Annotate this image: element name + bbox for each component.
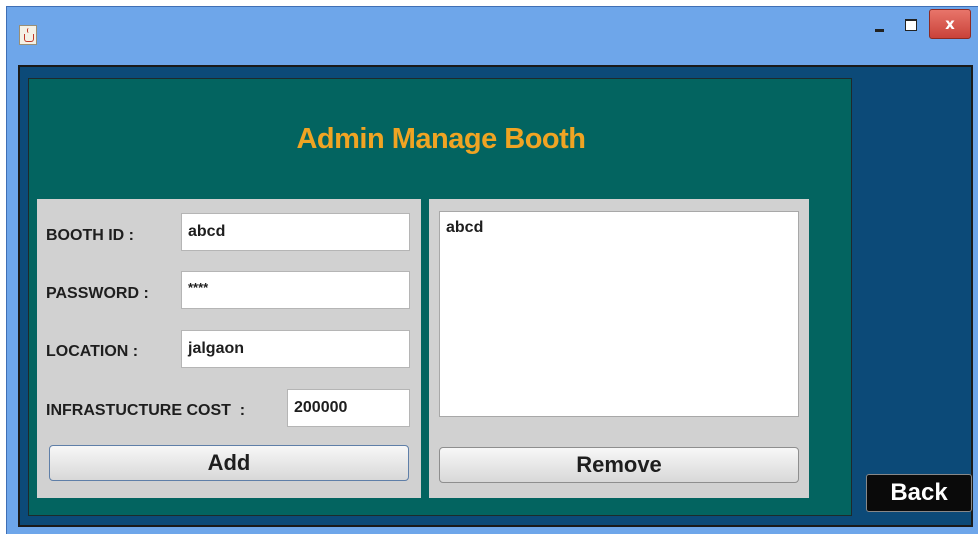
close-button[interactable]: x [929, 9, 971, 39]
minimize-icon [874, 28, 884, 32]
booth-id-label: BOOTH ID : [46, 227, 134, 244]
infra-cost-field[interactable]: 200000 [287, 389, 410, 427]
client-area: Admin Manage Booth BOOTH ID : abcd PASSW… [18, 65, 973, 527]
add-button-label: Add [207, 450, 251, 475]
location-value: jalgaon [188, 340, 245, 357]
list-item[interactable]: abcd [446, 218, 792, 238]
remove-button-label: Remove [576, 452, 662, 477]
booth-id-value: abcd [188, 223, 226, 240]
minimize-button[interactable] [865, 11, 893, 39]
booth-id-field[interactable]: abcd [181, 213, 410, 251]
location-label: LOCATION : [46, 343, 139, 360]
booth-list-panel: abcd Remove [429, 199, 809, 498]
infra-cost-value: 200000 [294, 399, 348, 416]
app-window: x Admin Manage Booth BOOTH ID : abcd PAS… [6, 6, 978, 534]
title-bar[interactable]: x [7, 7, 978, 59]
infra-cost-label: INFRASTUCTURE COST : [46, 402, 246, 419]
location-field[interactable]: jalgaon [181, 330, 410, 368]
close-icon: x [945, 15, 955, 33]
java-cup-icon [19, 25, 37, 45]
page-title: Admin Manage Booth [296, 123, 586, 155]
password-field[interactable]: **** [181, 271, 410, 309]
add-button[interactable]: Add [49, 445, 409, 481]
back-button[interactable]: Back [866, 474, 972, 512]
booth-form: BOOTH ID : abcd PASSWORD : **** LOCATION… [37, 199, 421, 498]
back-button-label: Back [890, 479, 948, 506]
password-label: PASSWORD : [46, 285, 149, 302]
maximize-button[interactable] [897, 11, 925, 39]
remove-button[interactable]: Remove [439, 447, 799, 483]
manage-booth-panel: Admin Manage Booth BOOTH ID : abcd PASSW… [28, 78, 852, 516]
password-value: **** [188, 280, 209, 295]
booth-list[interactable]: abcd [439, 211, 799, 417]
maximize-icon [905, 19, 917, 31]
